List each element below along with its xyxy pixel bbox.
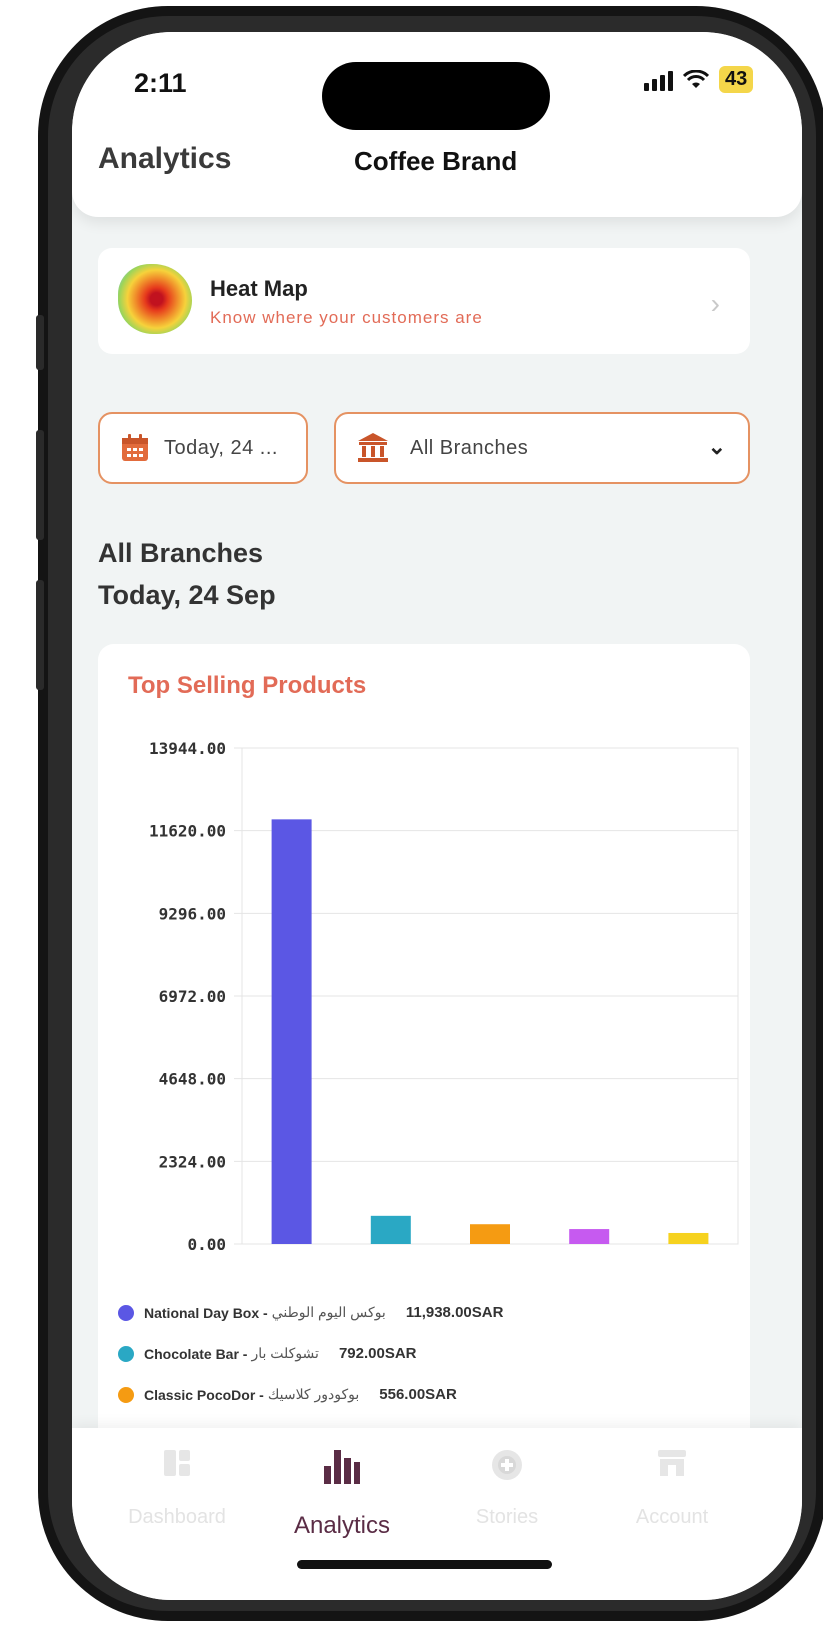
silent-switch xyxy=(36,315,44,370)
chevron-down-icon: ⌄ xyxy=(707,434,726,459)
brand-name: Coffee Brand xyxy=(354,146,518,176)
y-tick-label: 9296.00 xyxy=(159,904,226,923)
legend-dot xyxy=(118,1304,134,1321)
legend-arabic-name: بوكس اليوم الوطني xyxy=(271,1304,386,1320)
legend-name: Chocolate Bar - xyxy=(144,1345,248,1362)
tab-account-label: Account xyxy=(635,1506,709,1528)
chart-bar xyxy=(569,1229,610,1244)
dynamic-island xyxy=(322,62,550,130)
signal-icon xyxy=(644,69,673,91)
legend-arabic-name: تشوكلت بار xyxy=(251,1345,319,1361)
dashboard-icon xyxy=(164,1450,190,1476)
tab-stories-label: Stories xyxy=(475,1506,539,1528)
calendar-icon xyxy=(122,434,148,461)
tab-bar: Dashboard Analytics Stories Account xyxy=(72,1428,802,1600)
volume-up-button xyxy=(36,430,44,540)
legend-value: 556.00SAR xyxy=(379,1386,457,1403)
bank-icon xyxy=(358,433,388,462)
y-tick-label: 0.00 xyxy=(187,1235,226,1254)
heat-map-title: Heat Map xyxy=(210,276,308,301)
legend-item: Classic PocoDor - بوكودور كلاسيك 556.00SA… xyxy=(118,1374,738,1415)
legend-dot xyxy=(118,1386,134,1403)
chart-bar xyxy=(668,1232,709,1244)
top-products-card: Top Selling Products 13944.00 11620.00 929… xyxy=(98,644,750,1444)
volume-down-button xyxy=(36,580,44,690)
bar-chart: 13944.00 11620.00 9296.00 6972.00 4648.00 232… xyxy=(149,739,739,1254)
status-icons: 43 xyxy=(644,66,754,93)
y-tick-label: 11620.00 xyxy=(149,822,226,841)
heat-map-card[interactable]: Heat Map Know where your customers are › xyxy=(98,248,750,354)
chart-bar xyxy=(370,1215,411,1244)
y-tick-label: 2324.00 xyxy=(159,1152,226,1171)
y-tick-label: 6972.00 xyxy=(159,987,226,1006)
wifi-icon xyxy=(683,69,709,88)
y-tick-label: 13944.00 xyxy=(149,739,226,758)
heat-map-icon xyxy=(118,264,192,334)
legend-item: Chocolate Bar - تشوكلت بار 792.00SAR xyxy=(118,1333,738,1374)
page-title: Analytics xyxy=(98,142,232,175)
chart-title: Top Selling Products xyxy=(128,672,367,699)
battery-indicator: 43 xyxy=(719,66,754,93)
screen: 2:11 43 Analytics Coffee Brand Heat Map … xyxy=(72,32,802,1600)
date-filter-button[interactable]: Today, 24 ... xyxy=(98,412,308,484)
chevron-right-icon: › xyxy=(710,288,720,319)
legend-name: Classic PocoDor - xyxy=(144,1386,264,1403)
legend-value: 792.00SAR xyxy=(338,1345,417,1362)
home-indicator xyxy=(297,1560,552,1569)
legend-value: 11,938.00SAR xyxy=(405,1304,504,1321)
status-time: 2:11 xyxy=(134,68,187,98)
legend-dot xyxy=(118,1345,134,1362)
y-tick-label: 4648.00 xyxy=(159,1070,226,1089)
bar-chart-icon xyxy=(324,1450,360,1484)
selected-date: Today, 24 Sep xyxy=(98,580,276,610)
date-filter-label: Today, 24 ... xyxy=(164,436,278,459)
tab-analytics-label: Analytics xyxy=(293,1512,391,1539)
legend-item: National Day Box - بوكس اليوم الوطني 11,9… xyxy=(118,1292,738,1333)
legend-arabic-name: بوكودور كلاسيك xyxy=(267,1386,360,1402)
chart-legend: National Day Box - بوكس اليوم الوطني 11,9… xyxy=(118,1292,738,1415)
store-icon xyxy=(658,1450,686,1476)
chart-bar xyxy=(470,1224,510,1244)
chart-bar xyxy=(271,819,312,1244)
stories-icon xyxy=(492,1450,522,1480)
tab-dashboard-label: Dashboard xyxy=(128,1506,226,1528)
legend-name: National Day Box - xyxy=(144,1304,268,1321)
app-header: 2:11 43 Analytics Coffee Brand xyxy=(72,32,802,217)
branch-select[interactable]: All Branches ⌄ xyxy=(334,412,750,484)
branch-select-label: All Branches xyxy=(410,436,529,459)
heat-map-subtitle: Know where your customers are xyxy=(210,308,483,327)
selected-branch: All Branches xyxy=(98,538,264,568)
